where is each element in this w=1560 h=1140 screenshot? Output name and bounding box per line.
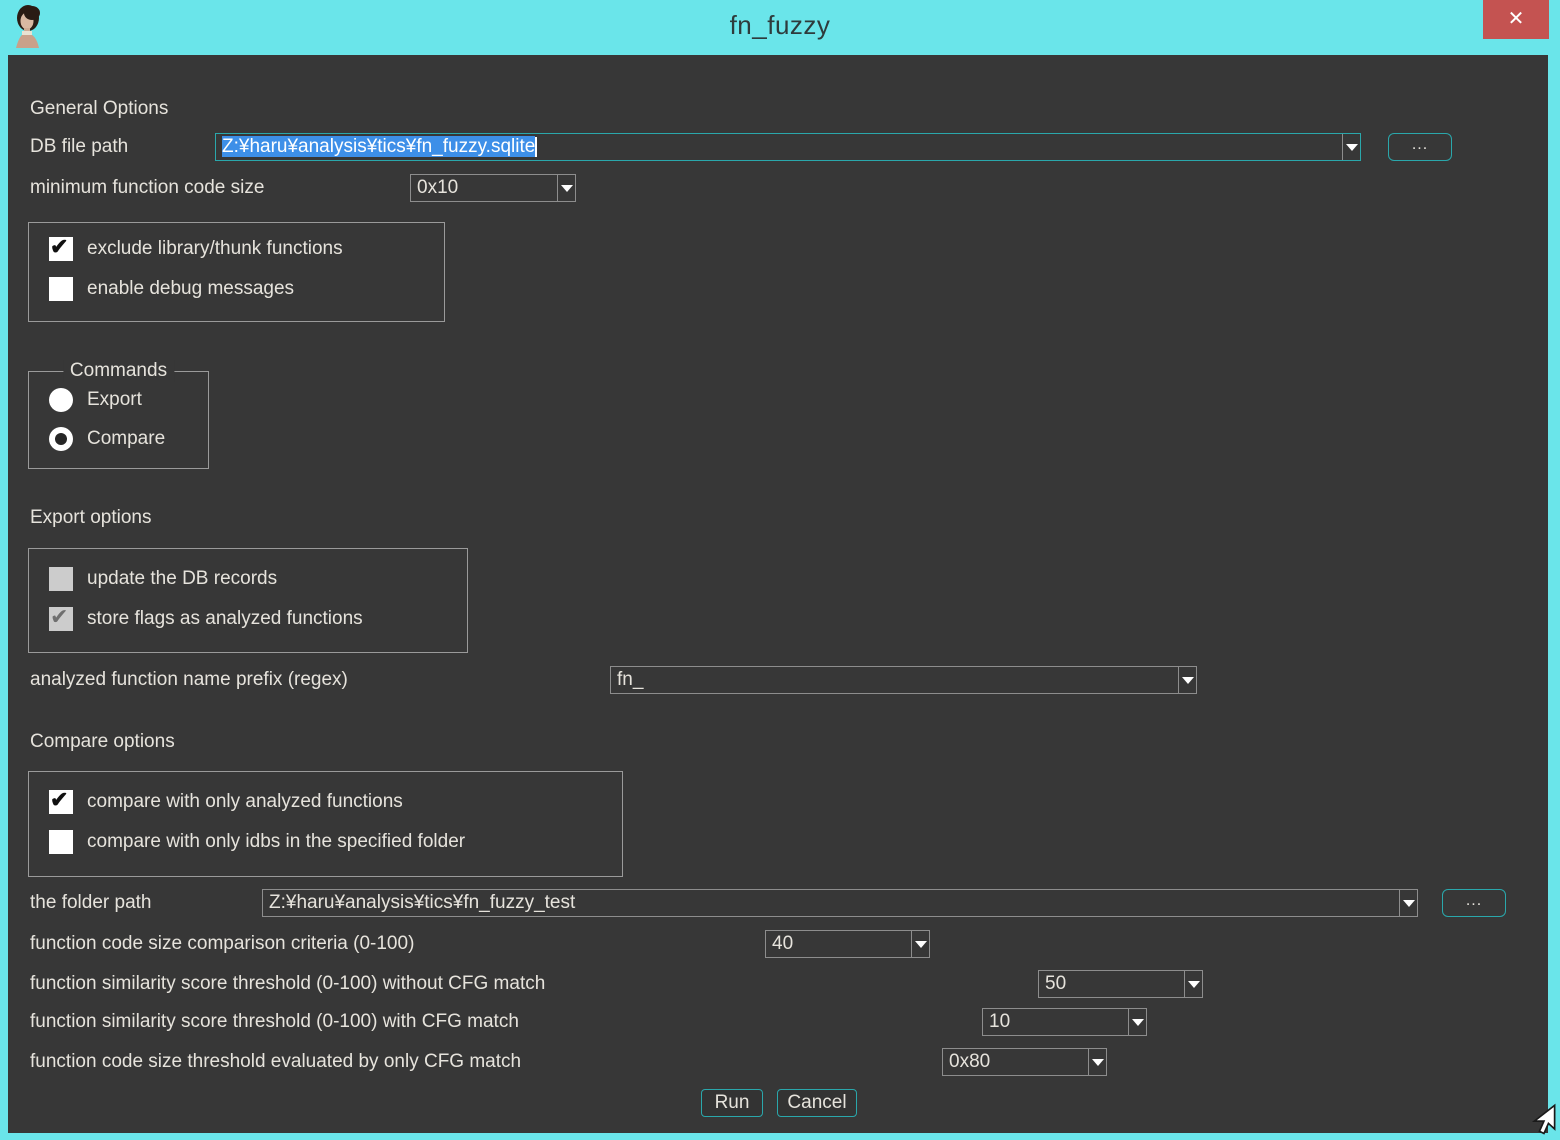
only-idbs-checkbox[interactable] xyxy=(49,830,73,854)
db-file-path-selected-text: Z:¥haru¥analysis¥tics¥fn_fuzzy.sqlite xyxy=(222,136,535,157)
update-db-checkbox[interactable] xyxy=(49,567,73,591)
update-db-row[interactable]: update the DB records xyxy=(49,567,277,591)
threshold-with-cfg-label: function similarity score threshold (0-1… xyxy=(30,1008,519,1036)
folder-path-browse-button[interactable]: ... xyxy=(1442,889,1506,917)
close-button[interactable]: ✕ xyxy=(1483,0,1549,39)
chevron-down-icon xyxy=(1403,900,1415,907)
criteria-label: function code size comparison criteria (… xyxy=(30,930,414,958)
only-idbs-row[interactable]: compare with only idbs in the specified … xyxy=(49,830,465,854)
only-analyzed-row[interactable]: compare with only analyzed functions xyxy=(49,790,403,814)
folder-path-combo[interactable]: Z:¥haru¥analysis¥tics¥fn_fuzzy_test xyxy=(262,889,1418,917)
compare-radio-label: Compare xyxy=(87,428,165,450)
min-code-size-combo[interactable]: 0x10 xyxy=(410,174,576,202)
db-file-path-value: Z:¥haru¥analysis¥tics¥fn_fuzzy.sqlite xyxy=(216,134,1342,160)
min-code-size-dropdown-button[interactable] xyxy=(557,175,575,201)
db-path-dropdown-button[interactable] xyxy=(1342,134,1360,160)
criteria-dropdown-button[interactable] xyxy=(911,931,929,957)
window: fn_fuzzy ✕ General Options DB file path … xyxy=(0,0,1560,1140)
prefix-combo[interactable]: fn_ xyxy=(610,666,1197,694)
threshold-with-cfg-combo[interactable]: 10 xyxy=(982,1008,1147,1036)
exclude-library-label: exclude library/thunk functions xyxy=(87,238,343,260)
update-db-label: update the DB records xyxy=(87,568,277,590)
general-options-heading: General Options xyxy=(30,98,168,120)
threshold-without-cfg-label: function similarity score threshold (0-1… xyxy=(30,970,545,998)
chevron-down-icon xyxy=(1346,144,1358,151)
size-threshold-cfg-combo[interactable]: 0x80 xyxy=(942,1048,1107,1076)
chevron-down-icon xyxy=(561,185,573,192)
chevron-down-icon xyxy=(1188,981,1200,988)
criteria-combo[interactable]: 40 xyxy=(765,930,930,958)
criteria-value: 40 xyxy=(766,931,911,957)
enable-debug-row[interactable]: enable debug messages xyxy=(49,277,294,301)
folder-path-label: the folder path xyxy=(30,889,151,917)
dialog-body: General Options DB file path Z:¥haru¥ana… xyxy=(8,55,1548,1133)
store-flags-row[interactable]: store flags as analyzed functions xyxy=(49,607,363,631)
commands-legend: Commands xyxy=(63,360,174,382)
db-path-browse-button[interactable]: ... xyxy=(1388,133,1452,161)
folder-path-value: Z:¥haru¥analysis¥tics¥fn_fuzzy_test xyxy=(263,890,1399,916)
prefix-value: fn_ xyxy=(611,667,1178,693)
only-idbs-label: compare with only idbs in the specified … xyxy=(87,831,465,853)
prefix-dropdown-button[interactable] xyxy=(1178,667,1196,693)
export-checkbox-group: update the DB records store flags as ana… xyxy=(28,548,468,653)
threshold-without-cfg-combo[interactable]: 50 xyxy=(1038,970,1203,998)
size-threshold-cfg-label: function code size threshold evaluated b… xyxy=(30,1048,521,1076)
chevron-down-icon xyxy=(1092,1059,1104,1066)
prefix-label: analyzed function name prefix (regex) xyxy=(30,666,348,694)
only-analyzed-label: compare with only analyzed functions xyxy=(87,791,403,813)
run-button[interactable]: Run xyxy=(701,1089,763,1117)
threshold-without-cfg-value: 50 xyxy=(1039,971,1184,997)
folder-path-dropdown-button[interactable] xyxy=(1399,890,1417,916)
export-radio-row[interactable]: Export xyxy=(49,388,142,412)
title-bar[interactable]: fn_fuzzy ✕ xyxy=(0,0,1560,55)
chevron-down-icon xyxy=(1182,677,1194,684)
db-file-path-combo[interactable]: Z:¥haru¥analysis¥tics¥fn_fuzzy.sqlite xyxy=(215,133,1361,161)
compare-radio-row[interactable]: Compare xyxy=(49,427,165,451)
export-options-heading: Export options xyxy=(30,507,151,529)
chevron-down-icon xyxy=(915,941,927,948)
exclude-library-checkbox[interactable] xyxy=(49,237,73,261)
store-flags-label: store flags as analyzed functions xyxy=(87,608,363,630)
compare-checkbox-group: compare with only analyzed functions com… xyxy=(28,771,623,877)
db-file-path-label: DB file path xyxy=(30,133,128,161)
chevron-down-icon xyxy=(1132,1019,1144,1026)
min-code-size-label: minimum function code size xyxy=(30,174,264,202)
exclude-library-row[interactable]: exclude library/thunk functions xyxy=(49,237,343,261)
window-title: fn_fuzzy xyxy=(0,10,1560,41)
enable-debug-checkbox[interactable] xyxy=(49,277,73,301)
enable-debug-label: enable debug messages xyxy=(87,278,294,300)
export-radio-label: Export xyxy=(87,389,142,411)
threshold-without-cfg-dropdown-button[interactable] xyxy=(1184,971,1202,997)
mouse-cursor xyxy=(1522,1102,1558,1138)
threshold-with-cfg-value: 10 xyxy=(983,1009,1128,1035)
only-analyzed-checkbox[interactable] xyxy=(49,790,73,814)
min-code-size-value: 0x10 xyxy=(411,175,557,201)
general-checkbox-group: exclude library/thunk functions enable d… xyxy=(28,222,445,322)
commands-group: Commands Export Compare xyxy=(28,371,209,469)
size-threshold-cfg-dropdown-button[interactable] xyxy=(1088,1049,1106,1075)
size-threshold-cfg-value: 0x80 xyxy=(943,1049,1088,1075)
compare-radio[interactable] xyxy=(49,427,73,451)
threshold-with-cfg-dropdown-button[interactable] xyxy=(1128,1009,1146,1035)
text-caret xyxy=(535,137,537,157)
cancel-button[interactable]: Cancel xyxy=(777,1089,857,1117)
export-radio[interactable] xyxy=(49,388,73,412)
compare-options-heading: Compare options xyxy=(30,731,175,753)
store-flags-checkbox[interactable] xyxy=(49,607,73,631)
